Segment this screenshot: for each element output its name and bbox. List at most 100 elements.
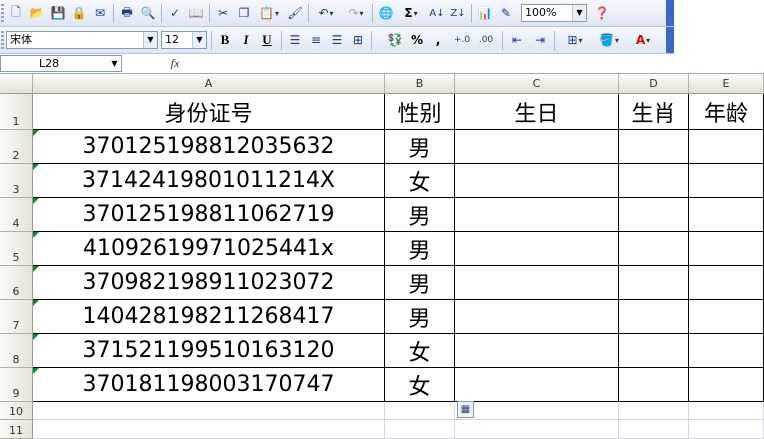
column-header-d[interactable]: D [619,74,689,94]
table-cell[interactable] [619,300,689,334]
table-cell[interactable]: 37142419801011214X [33,164,385,198]
empty-cell[interactable] [689,420,764,439]
table-cell[interactable] [619,232,689,266]
table-cell[interactable] [689,266,764,300]
copy-icon[interactable]: ❐ [234,3,254,23]
font-color-icon[interactable]: A [628,30,658,50]
table-cell[interactable] [455,164,619,198]
formula-input[interactable] [186,55,764,72]
table-cell[interactable] [455,198,619,232]
row-header[interactable]: 9 [0,368,33,402]
undo-icon[interactable]: ↶ [312,3,340,23]
permission-icon[interactable]: 🔒 [69,3,89,23]
row-header[interactable]: 3 [0,164,33,198]
percent-button[interactable]: % [407,30,427,50]
row-header[interactable]: 6 [0,266,33,300]
chart-wizard-icon[interactable]: 📊 [475,3,495,23]
row-header[interactable]: 2 [0,130,33,164]
bold-button[interactable]: B [215,30,235,50]
table-cell[interactable] [455,300,619,334]
header-cell[interactable]: 生日 [455,94,619,130]
align-right-icon[interactable]: ☰ [327,30,347,50]
table-cell[interactable] [619,266,689,300]
header-cell[interactable]: 身份证号 [33,94,385,130]
spelling-icon[interactable]: ✓ [165,3,185,23]
table-cell[interactable]: 370982198911023072 [33,266,385,300]
research-icon[interactable]: 📖 [186,3,206,23]
print-preview-icon[interactable]: 🔍 [138,3,158,23]
table-cell[interactable]: 370125198812035632 [33,130,385,164]
table-cell[interactable] [689,164,764,198]
table-cell[interactable] [455,334,619,368]
align-center-icon[interactable]: ≡ [306,30,326,50]
fill-color-icon[interactable]: 🪣 [594,30,624,50]
hyperlink-icon[interactable]: 🌐 [376,3,396,23]
header-cell[interactable]: 生肖 [619,94,689,130]
empty-cell[interactable] [33,420,385,439]
table-cell[interactable]: 140428198211268417 [33,300,385,334]
empty-cell[interactable] [455,402,619,420]
align-left-icon[interactable]: ☰ [285,30,305,50]
table-cell[interactable]: 男 [385,130,455,164]
underline-button[interactable]: U [257,30,277,50]
decrease-indent-icon[interactable]: ⇤ [507,30,527,50]
table-cell[interactable] [619,198,689,232]
row-header[interactable]: 11 [0,420,33,439]
table-cell[interactable]: 女 [385,334,455,368]
sort-descending-icon[interactable]: Z↓ [448,3,468,23]
table-cell[interactable] [455,368,619,402]
table-cell[interactable]: 男 [385,266,455,300]
row-header[interactable]: 4 [0,198,33,232]
format-painter-icon[interactable]: 🖌 [285,3,305,23]
email-icon[interactable]: ✉ [90,3,110,23]
table-cell[interactable] [455,232,619,266]
toolbar-options-chevron[interactable] [666,0,674,26]
header-cell[interactable]: 性别 [385,94,455,130]
table-cell[interactable]: 女 [385,368,455,402]
toolbar-grip[interactable] [1,4,4,23]
table-cell[interactable] [689,300,764,334]
insert-function-icon[interactable]: fx [166,55,184,72]
currency-icon[interactable]: 💱 [385,30,405,50]
chevron-down-icon[interactable]: ▼ [108,56,121,71]
row-header[interactable]: 8 [0,334,33,368]
table-cell[interactable]: 41092619971025441x [33,232,385,266]
row-header[interactable]: 1 [0,94,33,130]
header-cell[interactable]: 年龄 [689,94,764,130]
table-cell[interactable] [455,130,619,164]
new-icon[interactable]: 🗋 [6,3,26,23]
toolbar-options-chevron[interactable] [666,27,674,53]
open-icon[interactable]: 📂 [27,3,47,23]
worksheet-grid[interactable]: A B C D E 1 身份证号 性别 生日 生肖 年龄 2 3701251988120356… [0,74,764,439]
empty-cell[interactable] [385,420,455,439]
row-header[interactable]: 5 [0,232,33,266]
table-cell[interactable]: 男 [385,300,455,334]
table-cell[interactable] [619,334,689,368]
empty-cell[interactable] [619,402,689,420]
column-header-a[interactable]: A [33,74,385,94]
table-cell[interactable]: 女 [385,164,455,198]
table-cell[interactable] [689,232,764,266]
chevron-down-icon[interactable]: ▼ [143,32,157,48]
table-cell[interactable]: 370125198811062719 [33,198,385,232]
column-header-b[interactable]: B [385,74,455,94]
empty-cell[interactable] [385,402,455,420]
toolbar-grip[interactable] [1,31,4,50]
merge-center-icon[interactable]: ⊞ [348,30,368,50]
table-cell[interactable]: 男 [385,198,455,232]
table-cell[interactable] [619,130,689,164]
font-name-combo[interactable]: 宋体 ▼ [6,31,158,49]
drawing-icon[interactable]: ✎ [496,3,516,23]
cut-icon[interactable]: ✂ [213,3,233,23]
table-cell[interactable] [619,164,689,198]
empty-cell[interactable] [689,402,764,420]
print-icon[interactable]: 🖶 [117,3,137,23]
empty-cell[interactable] [455,420,619,439]
table-cell[interactable] [689,334,764,368]
column-header-c[interactable]: C [455,74,619,94]
name-box[interactable]: L28 ▼ [0,55,122,72]
empty-cell[interactable] [619,420,689,439]
empty-cell[interactable] [33,402,385,420]
table-cell[interactable] [689,368,764,402]
save-icon[interactable]: 💾 [48,3,68,23]
